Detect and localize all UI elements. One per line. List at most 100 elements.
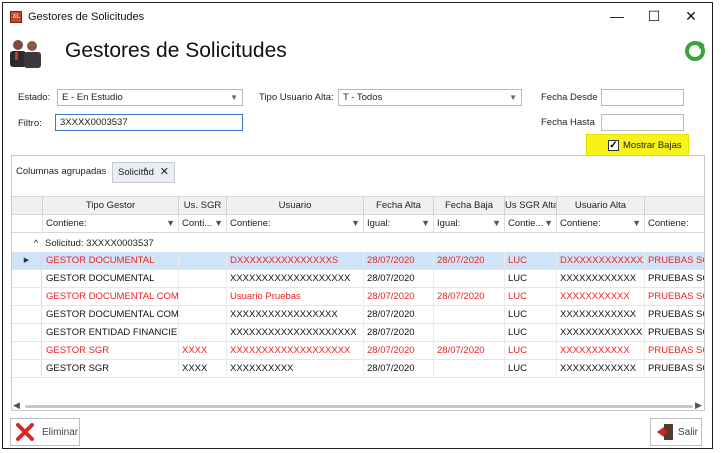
cell-us-sgr[interactable]: XXXX bbox=[179, 360, 227, 377]
cell-tipo-gestor[interactable]: GESTOR DOCUMENTAL bbox=[43, 252, 179, 269]
cell-extra[interactable]: PRUEBAS SGR bbox=[645, 324, 704, 341]
cell-fecha-baja[interactable]: 28/07/2020 bbox=[434, 252, 505, 269]
cell-fecha-alta[interactable]: 28/07/2020 bbox=[364, 270, 434, 287]
column-header-tipo-gestor[interactable]: Tipo Gestor bbox=[43, 197, 179, 215]
cell-usuario[interactable]: DXXXXXXXXXXXXXXXS bbox=[227, 252, 364, 269]
table-row[interactable]: GESTOR SGR XXXX XXXXXXXXXXXXXXXXXXX 28/07/2… bbox=[12, 342, 704, 360]
cell-fecha-alta[interactable]: 28/07/2020 bbox=[364, 324, 434, 341]
row-indicator[interactable] bbox=[12, 270, 42, 287]
column-header-us-sgr[interactable]: Us. SGR bbox=[179, 197, 227, 215]
cell-us-sgr-alta[interactable]: LUC bbox=[505, 270, 557, 287]
filter-cell-extra[interactable]: Contiene: bbox=[645, 215, 704, 232]
refresh-icon[interactable] bbox=[683, 39, 707, 63]
minimize-button[interactable]: — bbox=[602, 6, 632, 26]
table-row[interactable]: GESTOR DOCUMENTAL XXXXXXXXXXXXXXXXXXX 28/0… bbox=[12, 270, 704, 288]
cell-extra[interactable]: PRUEBAS SGR bbox=[645, 252, 704, 269]
cell-extra[interactable]: PRUEBAS SGR bbox=[645, 360, 704, 377]
eliminar-button[interactable]: Eliminar bbox=[10, 418, 80, 446]
filter-icon[interactable]: ▼ bbox=[166, 215, 175, 232]
mostrar-bajas-checkbox[interactable]: ✓ bbox=[608, 140, 619, 151]
cell-usuario-alta[interactable]: XXXXXXXXXXX bbox=[557, 288, 645, 305]
cell-usuario[interactable]: Usuario Pruebas bbox=[227, 288, 364, 305]
row-indicator[interactable] bbox=[12, 360, 42, 377]
cell-fecha-baja[interactable] bbox=[434, 270, 505, 287]
cell-us-sgr-alta[interactable]: LUC bbox=[505, 324, 557, 341]
column-header-usuario[interactable]: Usuario bbox=[227, 197, 364, 215]
cell-usuario-alta[interactable]: DXXXXXXXXXXXXX bbox=[557, 252, 645, 269]
cell-us-sgr[interactable] bbox=[179, 306, 227, 323]
table-row[interactable]: GESTOR ENTIDAD FINANCIERA XXXXXXXXXXXXXXX… bbox=[12, 324, 704, 342]
scroll-left-icon[interactable]: ◀ bbox=[13, 400, 20, 411]
filtro-input[interactable]: 3XXXX0003537 bbox=[55, 114, 243, 131]
cell-fecha-baja[interactable]: 28/07/2020 bbox=[434, 342, 505, 359]
column-header-fecha-baja[interactable]: Fecha Baja bbox=[434, 197, 505, 215]
cell-us-sgr-alta[interactable]: LUC bbox=[505, 342, 557, 359]
cell-usuario[interactable]: XXXXXXXXXXXXXXXXX bbox=[227, 306, 364, 323]
table-row[interactable]: ▶ GESTOR DOCUMENTAL DXXXXXXXXXXXXXXXS 28/07… bbox=[12, 252, 704, 270]
column-header-fecha-alta[interactable]: Fecha Alta bbox=[364, 197, 434, 215]
cell-us-sgr[interactable] bbox=[179, 288, 227, 305]
filter-cell-fecha-alta[interactable]: Igual: ▼ bbox=[364, 215, 434, 232]
group-row[interactable]: ^ Solicitud: 3XXXX0003537 bbox=[12, 235, 704, 252]
cell-fecha-baja[interactable] bbox=[434, 324, 505, 341]
cell-fecha-alta[interactable]: 28/07/2020 bbox=[364, 342, 434, 359]
cell-us-sgr[interactable]: XXXX bbox=[179, 342, 227, 359]
cell-us-sgr-alta[interactable]: LUC bbox=[505, 252, 557, 269]
scroll-thumb[interactable] bbox=[25, 405, 693, 408]
cell-tipo-gestor[interactable]: GESTOR SGR bbox=[43, 342, 179, 359]
cell-fecha-baja[interactable] bbox=[434, 306, 505, 323]
column-header-extra[interactable] bbox=[645, 197, 704, 215]
filter-icon[interactable]: ▼ bbox=[421, 215, 430, 232]
filter-icon[interactable]: ▼ bbox=[544, 215, 553, 232]
salir-button[interactable]: Salir bbox=[650, 418, 702, 446]
horizontal-scrollbar[interactable]: ◀ ▶ bbox=[13, 400, 705, 412]
filter-cell-fecha-baja[interactable]: Igual: ▼ bbox=[434, 215, 505, 232]
filter-icon[interactable]: ▼ bbox=[492, 215, 501, 232]
scroll-right-icon[interactable]: ▶ bbox=[695, 400, 702, 411]
cell-extra[interactable]: PRUEBAS SGR bbox=[645, 288, 704, 305]
cell-fecha-alta[interactable]: 28/07/2020 bbox=[364, 360, 434, 377]
cell-extra[interactable]: PRUEBAS SGR bbox=[645, 270, 704, 287]
cell-usuario-alta[interactable]: XXXXXXXXXXXX bbox=[557, 270, 645, 287]
cell-us-sgr-alta[interactable]: LUC bbox=[505, 360, 557, 377]
cell-extra[interactable]: PRUEBAS SGR bbox=[645, 342, 704, 359]
cell-extra[interactable]: PRUEBAS SGR bbox=[645, 306, 704, 323]
filter-cell-tipo-gestor[interactable]: Contiene: ▼ bbox=[43, 215, 179, 232]
row-indicator[interactable]: ▶ bbox=[12, 252, 42, 269]
cell-us-sgr-alta[interactable]: LUC bbox=[505, 306, 557, 323]
cell-us-sgr[interactable] bbox=[179, 252, 227, 269]
cell-usuario[interactable]: XXXXXXXXXX bbox=[227, 360, 364, 377]
cell-usuario-alta[interactable]: XXXXXXXXXXX bbox=[557, 342, 645, 359]
row-indicator[interactable] bbox=[12, 324, 42, 341]
cell-tipo-gestor[interactable]: GESTOR ENTIDAD FINANCIERA bbox=[43, 324, 179, 341]
column-header-usuario-alta[interactable]: Usuario Alta bbox=[557, 197, 645, 215]
cell-usuario-alta[interactable]: XXXXXXXXXXXX bbox=[557, 306, 645, 323]
cell-us-sgr-alta[interactable]: LUC bbox=[505, 288, 557, 305]
mostrar-bajas-label[interactable]: Mostrar Bajas bbox=[623, 140, 682, 151]
estado-select[interactable]: E - En Estudio ▼ bbox=[57, 89, 243, 106]
row-indicator[interactable] bbox=[12, 306, 42, 323]
cell-fecha-alta[interactable]: 28/07/2020 bbox=[364, 252, 434, 269]
maximize-button[interactable]: ☐ bbox=[639, 6, 669, 26]
cell-tipo-gestor[interactable]: GESTOR DOCUMENTAL bbox=[43, 270, 179, 287]
filter-cell-us-sgr-alta[interactable]: Contie... ▼ bbox=[505, 215, 557, 232]
fecha-hasta-input[interactable] bbox=[601, 114, 684, 131]
cell-usuario[interactable]: XXXXXXXXXXXXXXXXXXX bbox=[227, 342, 364, 359]
table-row[interactable]: GESTOR SGR XXXX XXXXXXXXXX 28/07/2020 LUC XXX… bbox=[12, 360, 704, 378]
table-row[interactable]: GESTOR DOCUMENTAL COMP... XXXXXXXXXXXXXXX… bbox=[12, 306, 704, 324]
cell-usuario-alta[interactable]: XXXXXXXXXXXX bbox=[557, 360, 645, 377]
tipo-usuario-select[interactable]: T - Todos ▼ bbox=[338, 89, 522, 106]
cell-fecha-alta[interactable]: 28/07/2020 bbox=[364, 306, 434, 323]
cell-usuario-alta[interactable]: XXXXXXXXXXXXX bbox=[557, 324, 645, 341]
filter-icon[interactable]: ▼ bbox=[632, 215, 641, 232]
cell-tipo-gestor[interactable]: GESTOR DOCUMENTAL COMP... bbox=[43, 288, 179, 305]
filter-icon[interactable]: ▼ bbox=[214, 215, 223, 232]
cell-us-sgr[interactable] bbox=[179, 270, 227, 287]
row-indicator[interactable] bbox=[12, 342, 42, 359]
cell-us-sgr[interactable] bbox=[179, 324, 227, 341]
filter-cell-usuario[interactable]: Contiene: ▼ bbox=[227, 215, 364, 232]
cell-usuario[interactable]: XXXXXXXXXXXXXXXXXXXX bbox=[227, 324, 364, 341]
filter-cell-usuario-alta[interactable]: Contiene: ▼ bbox=[557, 215, 645, 232]
group-chip-solicitud[interactable]: ▲ Solicitud ✕ bbox=[112, 162, 175, 183]
filter-icon[interactable]: ▼ bbox=[351, 215, 360, 232]
